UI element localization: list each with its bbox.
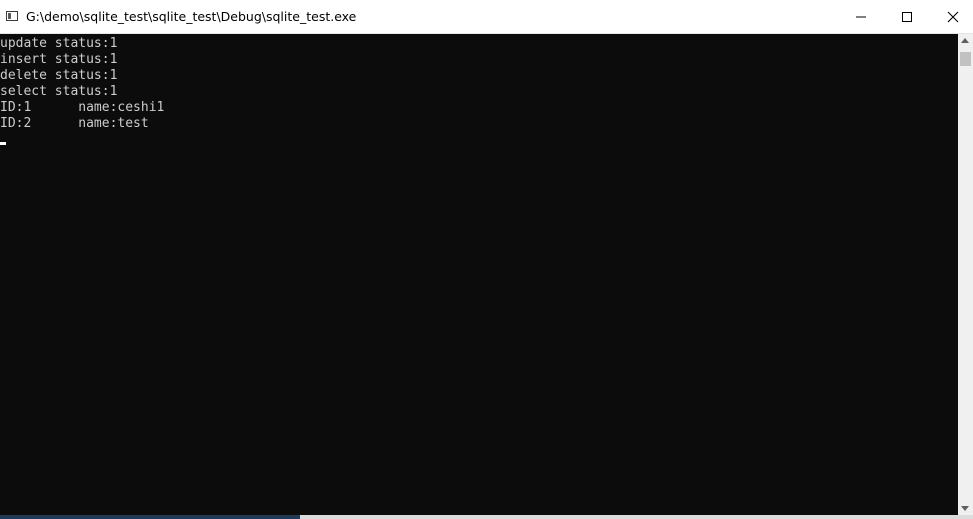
maximize-icon [902, 12, 912, 22]
console-window: G:\demo\sqlite_test\sqlite_test\Debug\sq… [0, 0, 973, 515]
minimize-icon [856, 16, 866, 18]
minimize-button[interactable] [838, 0, 884, 34]
scroll-down-arrow-icon[interactable] [961, 506, 969, 511]
console-line: insert status:1 [0, 52, 118, 67]
console-line: ID:2 name:test [0, 116, 149, 131]
background-window-edge [300, 515, 973, 519]
maximize-button[interactable] [884, 0, 930, 34]
scrollbar-thumb[interactable] [960, 52, 971, 66]
console-line: delete status:1 [0, 68, 118, 83]
title-bar[interactable]: G:\demo\sqlite_test\sqlite_test\Debug\sq… [0, 0, 973, 34]
console-output[interactable]: update status:1 insert status:1 delete s… [0, 34, 958, 515]
console-line: update status:1 [0, 36, 118, 51]
close-icon [947, 11, 959, 23]
console-line: select status:1 [0, 84, 118, 99]
vertical-scrollbar[interactable] [958, 34, 973, 515]
window-title: G:\demo\sqlite_test\sqlite_test\Debug\sq… [26, 9, 357, 24]
console-app-icon[interactable] [6, 11, 18, 21]
scroll-up-arrow-icon[interactable] [961, 38, 969, 43]
console-line: ID:1 name:ceshi1 [0, 100, 165, 115]
close-button[interactable] [930, 0, 973, 34]
desktop-edge [0, 515, 973, 519]
text-cursor [0, 142, 6, 145]
